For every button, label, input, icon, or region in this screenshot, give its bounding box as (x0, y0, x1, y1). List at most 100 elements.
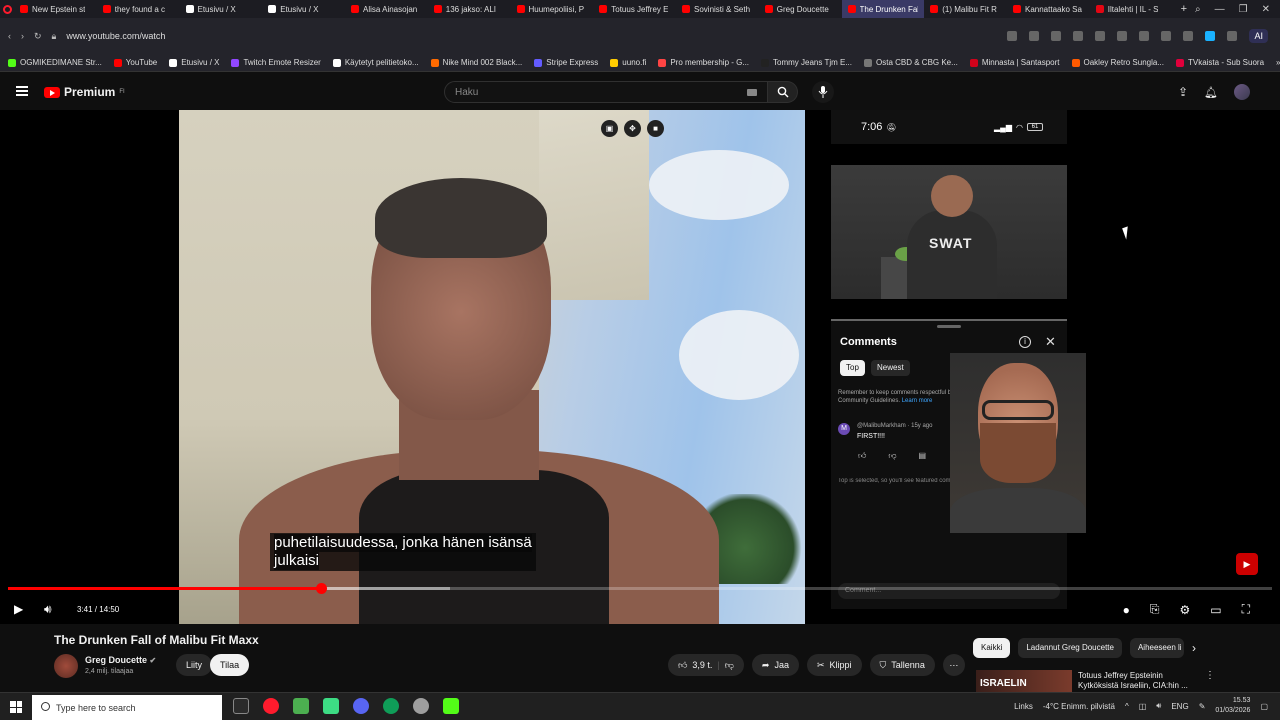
channel-avatar[interactable] (54, 654, 78, 678)
bookmark-item[interactable]: Nike Mind 002 Black... (430, 58, 522, 67)
chip-all[interactable]: Kaikki (973, 638, 1011, 658)
drag-handle[interactable] (937, 325, 961, 328)
tab-top[interactable]: Top (840, 360, 865, 376)
recommended-menu-icon[interactable]: ⋮ (1205, 670, 1215, 681)
forward-icon[interactable]: › (21, 31, 24, 41)
channel-name-text[interactable]: Greg Doucette (85, 655, 147, 665)
bookmark-item[interactable]: uuno.fi (610, 58, 646, 67)
chip-uploaded-by[interactable]: Ladannut Greg Doucette (1018, 638, 1122, 658)
subscribe-button[interactable]: Tilaa (210, 654, 250, 676)
keyboard-icon[interactable] (747, 89, 757, 96)
theater-mode-icon[interactable]: ▭ (1210, 603, 1221, 617)
learn-more-link[interactable]: Learn more (902, 398, 933, 404)
progress-bar[interactable] (8, 583, 1272, 594)
clock[interactable]: 15.53 01/03/2026 (1215, 696, 1250, 716)
commenter-avatar[interactable]: M (838, 423, 850, 435)
settings-gear-icon[interactable]: ⚙ (1179, 603, 1190, 617)
reload-icon[interactable]: ↻ (34, 31, 42, 42)
bookmark-item[interactable]: Twitch Emote Resizer (231, 58, 321, 67)
browser-tab[interactable]: they found a c (97, 0, 180, 18)
upload-icon[interactable]: ⇪ (1178, 85, 1188, 99)
browser-tab[interactable]: New Epstein st (14, 0, 97, 18)
join-button[interactable]: Liity (176, 654, 213, 676)
network-icon[interactable]: ◫ (1139, 702, 1147, 711)
bookmark-item[interactable]: Oakley Retro Sungla... (1071, 58, 1164, 67)
recommended-thumbnail[interactable]: ISRAELIN (976, 670, 1072, 692)
language-indicator[interactable]: ENG (1171, 702, 1188, 711)
app-icon[interactable] (323, 698, 339, 714)
play-icon[interactable]: ▶ (14, 602, 23, 616)
aria-ext-icon[interactable] (1205, 31, 1216, 41)
edge-icon[interactable] (383, 698, 399, 714)
app-icon[interactable] (413, 698, 429, 714)
links-toolbar[interactable]: Links (1014, 702, 1033, 711)
browser-tab[interactable]: Totuus Jeffrey E (593, 0, 676, 18)
tray-chevron-icon[interactable]: ^ (1125, 702, 1129, 711)
bookmark-item[interactable]: Minnasta | Santasport (969, 58, 1060, 67)
bookmark-item[interactable]: Stripe Express (534, 58, 598, 67)
menu-ext-icon[interactable] (1161, 31, 1172, 41)
volume-icon[interactable]: 🔊︎ (44, 602, 52, 617)
camera-ext-icon[interactable] (1051, 31, 1062, 41)
thumbs-down-icon[interactable]: 👎︎ (725, 660, 734, 671)
back-icon[interactable]: ‹ (8, 31, 11, 41)
recommended-title[interactable]: Totuus Jeffrey Epsteinin Kytköksistä Isr… (1078, 671, 1196, 691)
cube-ext-icon[interactable] (1227, 31, 1238, 41)
close-window-button[interactable]: ✕ (1262, 4, 1270, 15)
save-button[interactable]: ⛉ Tallenna (869, 654, 935, 676)
task-view-icon[interactable] (233, 698, 249, 714)
opera-logo-icon[interactable] (0, 0, 14, 18)
edit-ext-icon[interactable] (1029, 31, 1040, 41)
dislike-icon[interactable]: 👎︎ (888, 451, 896, 461)
notifications-icon[interactable]: ▢ (1260, 702, 1268, 711)
account-avatar[interactable] (1234, 84, 1250, 100)
browser-tab[interactable]: (1) Malibu Fit R (924, 0, 1007, 18)
app-icon[interactable] (443, 698, 459, 714)
channel-name[interactable]: Greg Doucette ✔ (85, 655, 156, 665)
subtitles-icon[interactable]: ⎘ (1150, 602, 1160, 617)
tab-search-icon[interactable]: ⌕ (1195, 4, 1201, 15)
notifications-bell-icon[interactable]: 🔔︎ (1204, 86, 1218, 99)
browser-tab[interactable]: Kannattaako Sa (1007, 0, 1090, 18)
browser-tab[interactable]: Greg Doucette (759, 0, 842, 18)
bookmark-item[interactable]: Käytetyt pelitietoko... (332, 58, 419, 67)
commenter-handle[interactable]: @MalibuMarkham · 15y ago (857, 423, 932, 429)
browser-tab[interactable]: Etusivu / X (180, 0, 263, 18)
ai-button[interactable]: AI (1249, 29, 1268, 43)
close-icon[interactable]: ✕ (1045, 334, 1056, 350)
search-input[interactable]: Haku (444, 81, 768, 103)
youtube-logo[interactable]: Premium FI (44, 85, 125, 99)
url-field[interactable]: www.youtube.com/watch (66, 31, 165, 41)
chip-related[interactable]: Aiheeseen li (1129, 638, 1184, 658)
browser-tab[interactable]: 136 jakso: ALI (428, 0, 511, 18)
browser-tab[interactable]: Etusivu / X (262, 0, 345, 18)
reply-icon[interactable]: ▤ (919, 451, 927, 461)
shield-ext-icon[interactable] (1073, 31, 1084, 41)
browser-tab[interactable]: Sovinisti & Seth (676, 0, 759, 18)
download-ext-icon[interactable] (1139, 31, 1150, 41)
video-player[interactable]: ▣ ✥ ■ puhetilaisuudessa, jonka hänen isä… (0, 110, 1280, 624)
more-actions-button[interactable]: ⋯ (942, 654, 965, 676)
browser-tab[interactable]: Alisa Ainasojan (345, 0, 428, 18)
discord-icon[interactable] (353, 698, 369, 714)
taskbar-search[interactable]: Type here to search (32, 695, 222, 720)
bookmark-item[interactable]: YouTube (113, 58, 157, 67)
menu-icon[interactable] (16, 86, 28, 96)
bookmark-item[interactable]: OGMIKEDIMANE Str... (8, 58, 102, 67)
autoplay-toggle[interactable]: ● (1123, 603, 1130, 617)
app-icon[interactable] (293, 698, 309, 714)
like-button[interactable]: 👍︎ 3,9 t. | 👎︎ (668, 654, 744, 676)
share-button[interactable]: ➦ Jaa (751, 654, 799, 676)
weather-widget[interactable]: -4°C Enimm. pilvistä (1043, 702, 1115, 711)
browser-tab[interactable]: Huumepoliisi, P (511, 0, 594, 18)
volume-tray-icon[interactable]: 🔊︎ (1156, 701, 1161, 711)
browser-tab[interactable]: The Drunken Fall of Malib (841, 0, 925, 18)
fullscreen-icon[interactable]: ⛶ (1242, 602, 1250, 617)
search-button[interactable] (768, 81, 798, 103)
bookmark-item[interactable]: Osta CBD & CBG Ke... (864, 58, 958, 67)
miniplayer-icon[interactable]: ▣ (601, 120, 618, 137)
bookmark-item[interactable]: Pro membership - G... (658, 58, 749, 67)
opera-icon[interactable] (263, 698, 279, 714)
chips-next-icon[interactable]: › (1192, 641, 1196, 655)
new-tab-button[interactable]: + (1173, 3, 1195, 15)
